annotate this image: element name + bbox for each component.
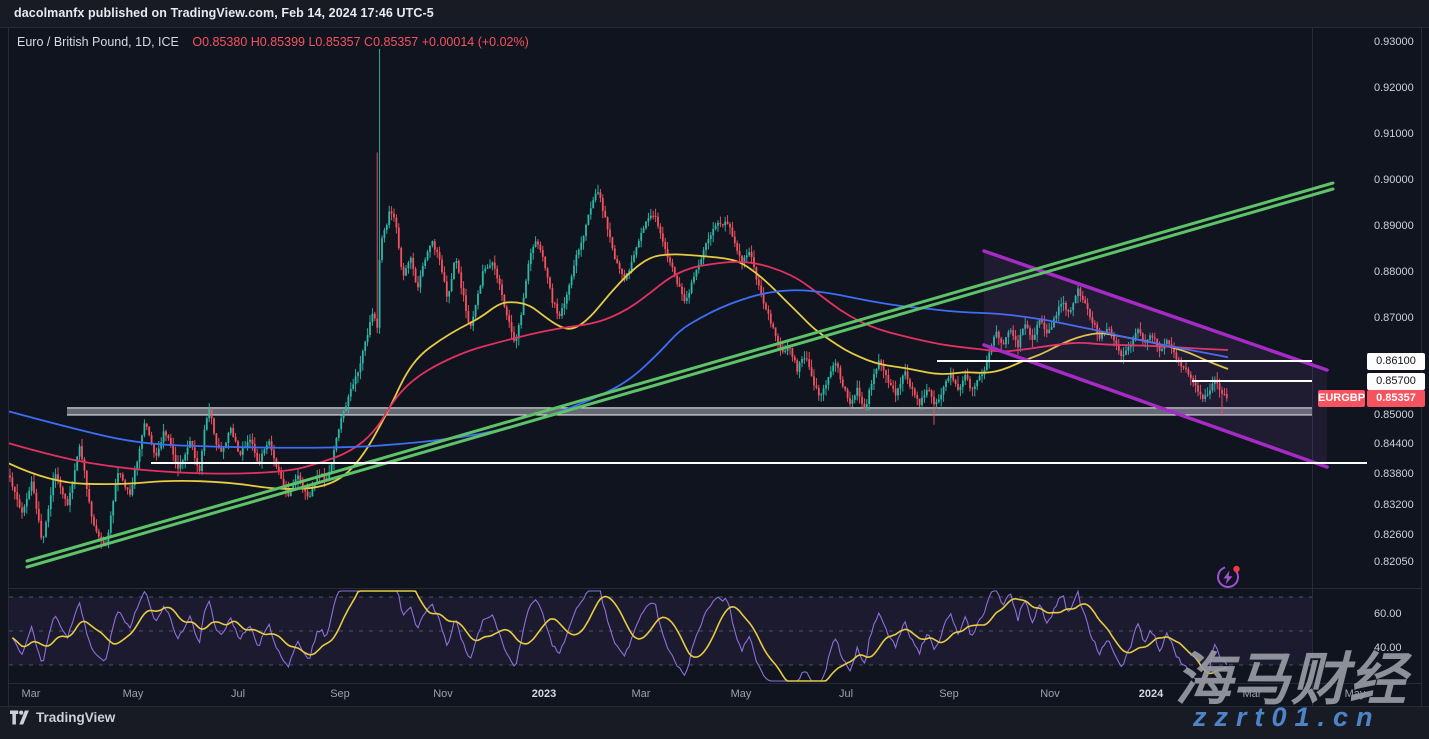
tradingview-logo-icon <box>10 709 29 726</box>
time-axis-label: Mar <box>632 688 651 700</box>
time-axis-label: Nov <box>1040 688 1060 700</box>
level-price-label: 0.85700 <box>1367 373 1425 390</box>
price-tick-label: 0.85000 <box>1374 407 1414 423</box>
price-tick-label: 0.90000 <box>1374 172 1414 188</box>
price-tick-label: 0.89000 <box>1374 218 1414 234</box>
last-price-label: 0.85357 <box>1367 390 1425 407</box>
publish-text: dacolmanfx published on TradingView.com,… <box>14 6 434 20</box>
lightning-bolt-icon <box>1224 571 1233 585</box>
publish-info-bar: dacolmanfx published on TradingView.com,… <box>14 6 434 20</box>
time-axis-label: Jul <box>231 688 245 700</box>
price-tick-label: 0.92000 <box>1374 80 1414 96</box>
price-tick-label: 0.82600 <box>1374 527 1414 543</box>
legend-ohlc-values: O0.85380 H0.85399 L0.85357 C0.85357 +0.0… <box>192 35 528 49</box>
time-axis-label: Jul <box>839 688 853 700</box>
price-tick-label: 0.87000 <box>1374 310 1414 326</box>
tradingview-brand-text: TradingView <box>36 710 115 725</box>
published-chart-page: dacolmanfx published on TradingView.com,… <box>0 0 1429 739</box>
rsi-indicator-pane[interactable] <box>9 591 1312 681</box>
level-price-label: 0.86100 <box>1367 353 1425 370</box>
price-tick-label: 0.83800 <box>1374 466 1414 482</box>
symbol-price-label: EURGBP <box>1318 390 1365 407</box>
price-tick-label: 0.91000 <box>1374 126 1414 142</box>
price-tick-label: 0.83200 <box>1374 497 1414 513</box>
price-tick-label: 0.84400 <box>1374 436 1414 452</box>
notification-dot <box>1233 566 1239 572</box>
legend-symbol: Euro / British Pound, 1D, ICE <box>17 35 179 49</box>
chart-canvas[interactable] <box>0 0 1429 739</box>
trendline-drawings[interactable] <box>27 183 1367 567</box>
time-axis-label: 2024 <box>1139 688 1163 700</box>
time-axis-label: Nov <box>433 688 453 700</box>
price-tick-label: 0.88000 <box>1374 264 1414 280</box>
time-axis-label: May <box>123 688 144 700</box>
time-axis-label: Mar <box>22 688 41 700</box>
time-axis-label: Sep <box>939 688 959 700</box>
support-zone-band[interactable] <box>67 408 1312 415</box>
watermark-url: zzrt01.cn <box>1193 702 1381 733</box>
chart-legend: Euro / British Pound, 1D, ICE O0.85380 H… <box>17 35 529 49</box>
time-axis-label: 2023 <box>532 688 556 700</box>
boost-flash-icon[interactable] <box>1213 561 1243 591</box>
time-axis-label: Sep <box>330 688 350 700</box>
price-tick-label: 0.82050 <box>1374 554 1414 570</box>
rsi-scale-label: 60.00 <box>1374 606 1402 622</box>
tradingview-attribution[interactable]: TradingView <box>10 709 115 726</box>
price-tick-label: 0.93000 <box>1374 34 1414 50</box>
time-axis-label: May <box>731 688 752 700</box>
